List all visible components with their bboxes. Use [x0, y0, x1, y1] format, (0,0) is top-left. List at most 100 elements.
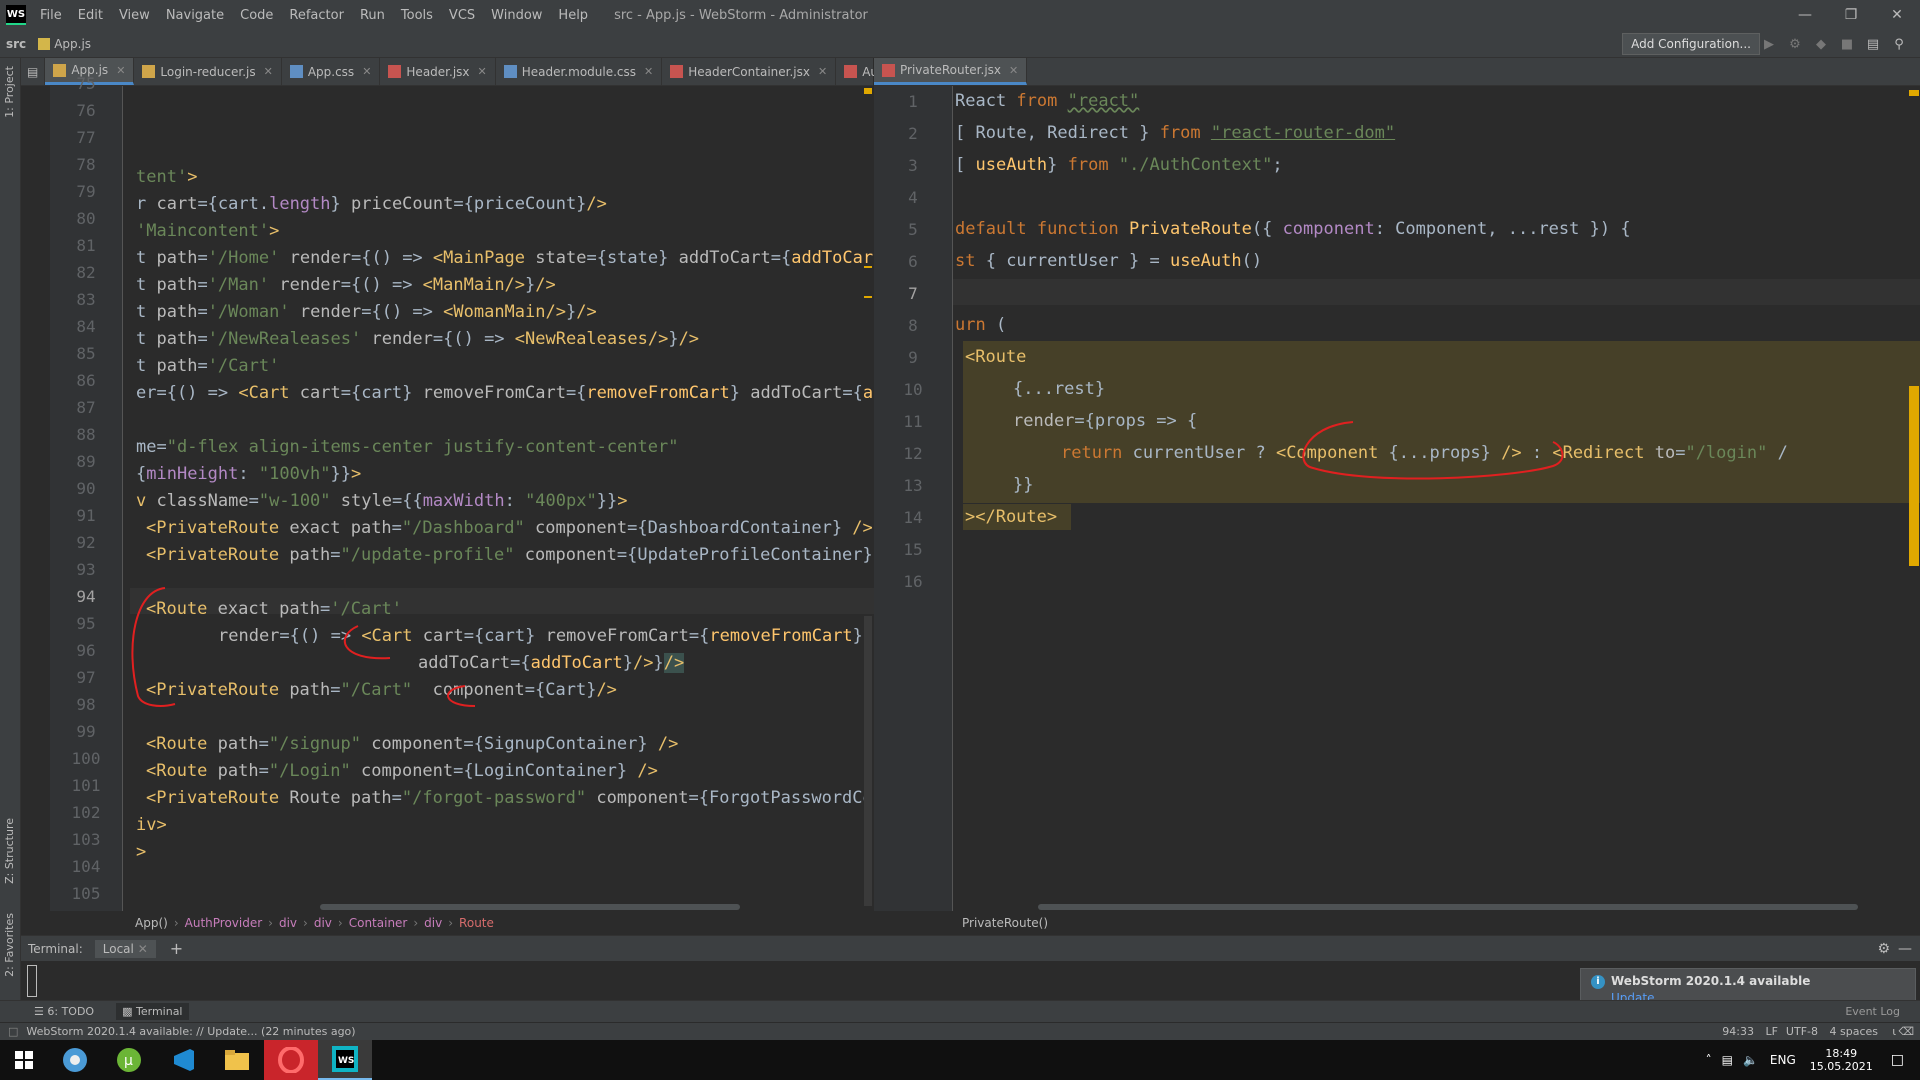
crumb-div[interactable]: div [424, 916, 442, 930]
volume-icon[interactable]: 🔈 [1743, 1053, 1758, 1067]
menu-vcs[interactable]: VCS [441, 8, 483, 23]
windows-taskbar: µ WS ˄ ▤ 🔈 ENG 18:49 15.05.2021 □ [0, 1040, 1920, 1080]
project-tool-button[interactable]: 1: Project [3, 66, 16, 118]
menu-help[interactable]: Help [550, 8, 596, 23]
language-indicator[interactable]: ENG [1770, 1053, 1796, 1067]
terminal-tab-local[interactable]: Local ✕ [94, 939, 156, 958]
crumb-div[interactable]: div [279, 916, 297, 930]
run-icon[interactable]: ▶ [1756, 37, 1782, 52]
line-number: 92 [76, 533, 96, 552]
horizontal-scrollbar[interactable] [1038, 904, 1858, 910]
line-number: 80 [76, 209, 96, 228]
line-number: 91 [76, 506, 96, 525]
menu-code[interactable]: Code [232, 8, 281, 23]
close-tab-icon[interactable]: ✕ [1009, 64, 1018, 77]
restore-icon[interactable]: ❐ [1828, 0, 1874, 30]
close-tab-icon[interactable]: ✕ [138, 942, 148, 956]
webstorm-taskbar-icon[interactable]: WS [318, 1040, 372, 1080]
clock-time: 18:49 [1825, 1047, 1858, 1060]
gear-icon[interactable]: ⚙ [1877, 941, 1890, 957]
tab-app-css[interactable]: App.css ✕ [282, 58, 381, 85]
coverage-icon[interactable]: ◆ [1808, 37, 1834, 52]
right-editor[interactable]: React from "react" [ Route, Redirect } f… [952, 86, 1920, 911]
tab-header-jsx[interactable]: Header.jsx ✕ [380, 58, 496, 85]
terminal-tool-button[interactable]: ▩ Terminal [116, 1003, 189, 1020]
close-tab-icon[interactable]: ✕ [818, 65, 827, 78]
add-configuration-button[interactable]: Add Configuration... [1622, 33, 1760, 55]
lock-icon[interactable]: ⍳ [1892, 1025, 1896, 1038]
project-structure-icon[interactable]: ▤ [1860, 37, 1886, 52]
menu-navigate[interactable]: Navigate [158, 8, 232, 23]
crumb-authprovider[interactable]: AuthProvider [185, 916, 263, 930]
breadcrumb-left: App() › AuthProvider › div › div › Container… [135, 916, 494, 930]
stop-icon[interactable]: ■ [1834, 37, 1860, 52]
nav-crumb-src[interactable]: src [0, 37, 32, 51]
crumb-container[interactable]: Container [349, 916, 408, 930]
todo-tool-button[interactable]: ☰ 6: TODO [34, 1005, 94, 1018]
close-tab-icon[interactable]: ✕ [478, 65, 487, 78]
status-message[interactable]: WebStorm 2020.1.4 available: // Update..… [26, 1025, 355, 1038]
line-number: 87 [76, 398, 96, 417]
crumb-app[interactable]: App() [135, 916, 168, 930]
horizontal-scrollbar[interactable] [320, 904, 740, 910]
hide-icon[interactable]: — [1898, 941, 1912, 957]
crumb-div[interactable]: div [314, 916, 332, 930]
line-number: 11 [903, 412, 923, 431]
tab-login-reducer[interactable]: Login-reducer.js ✕ [134, 58, 282, 85]
jsx-file-icon [388, 65, 402, 78]
line-number: 10 [903, 380, 923, 399]
line-number: 88 [76, 425, 96, 444]
tab-header-container[interactable]: HeaderContainer.jsx ✕ [662, 58, 837, 85]
line-number: 103 [71, 830, 101, 849]
crumb-route[interactable]: Route [459, 916, 494, 930]
line-number: 83 [76, 290, 96, 309]
search-icon[interactable]: ⚲ [1886, 37, 1912, 52]
menu-refactor[interactable]: Refactor [281, 8, 352, 23]
close-tab-icon[interactable]: ✕ [264, 65, 273, 78]
indent-setting[interactable]: 4 spaces [1830, 1025, 1879, 1038]
line-separator[interactable]: LF [1766, 1025, 1778, 1038]
debug-icon[interactable]: ⚙ [1782, 37, 1808, 52]
menu-tools[interactable]: Tools [393, 8, 441, 23]
line-number: 8 [908, 316, 918, 335]
close-tab-icon[interactable]: ✕ [362, 65, 371, 78]
nav-crumb-file[interactable]: App.js [32, 37, 97, 51]
caret-position[interactable]: 94:33 [1722, 1025, 1754, 1038]
jsx-file-icon [882, 63, 895, 77]
status-window-icon[interactable]: □ [8, 1025, 18, 1038]
minimize-icon[interactable]: — [1782, 0, 1828, 30]
clock[interactable]: 18:49 15.05.2021 [1810, 1047, 1873, 1073]
tray-chevron-icon[interactable]: ˄ [1706, 1053, 1712, 1067]
close-icon[interactable]: ✕ [1874, 0, 1920, 30]
notifications-icon[interactable]: □ [1891, 1052, 1904, 1068]
error-stripe[interactable] [864, 86, 872, 911]
vscode-icon[interactable] [156, 1040, 210, 1080]
file-explorer-icon[interactable] [210, 1040, 264, 1080]
close-tab-icon[interactable]: ✕ [644, 65, 653, 78]
network-icon[interactable]: ▤ [1722, 1053, 1733, 1067]
utorrent-icon[interactable]: µ [102, 1040, 156, 1080]
jsx-file-icon [844, 65, 858, 78]
opera-icon[interactable] [264, 1040, 318, 1080]
file-encoding[interactable]: UTF-8 [1786, 1025, 1818, 1038]
tab-private-router[interactable]: PrivateRouter.jsx ✕ [874, 58, 1028, 85]
breadcrumb-right[interactable]: PrivateRoute() [962, 912, 1048, 934]
menu-window[interactable]: Window [483, 8, 550, 23]
windows-start-icon[interactable] [0, 1040, 48, 1080]
left-editor-gutter: 75 76 77 78 79 80 81 82 83 84 85 86 87 88 89 90 91 92 93 94… [50, 74, 122, 911]
recent-files-icon[interactable]: ▤ [21, 58, 46, 85]
tab-header-module-css[interactable]: Header.module.css ✕ [496, 58, 663, 85]
favorites-tool-button[interactable]: 2: Favorites [3, 913, 16, 977]
add-terminal-button[interactable]: + [170, 939, 183, 958]
line-number: 77 [76, 128, 96, 147]
menu-edit[interactable]: Edit [70, 8, 111, 23]
left-editor[interactable]: tent'> r cart={cart.length} priceCount={… [130, 86, 874, 911]
menu-run[interactable]: Run [352, 8, 393, 23]
event-log-button[interactable]: Event Log [1845, 1005, 1900, 1018]
css-file-icon [503, 65, 517, 78]
structure-tool-button[interactable]: Z: Structure [3, 818, 16, 884]
chrome-icon[interactable] [48, 1040, 102, 1080]
menu-view[interactable]: View [111, 8, 158, 23]
menu-file[interactable]: File [32, 8, 70, 23]
trash-icon[interactable]: ⌫ [1898, 1025, 1914, 1038]
